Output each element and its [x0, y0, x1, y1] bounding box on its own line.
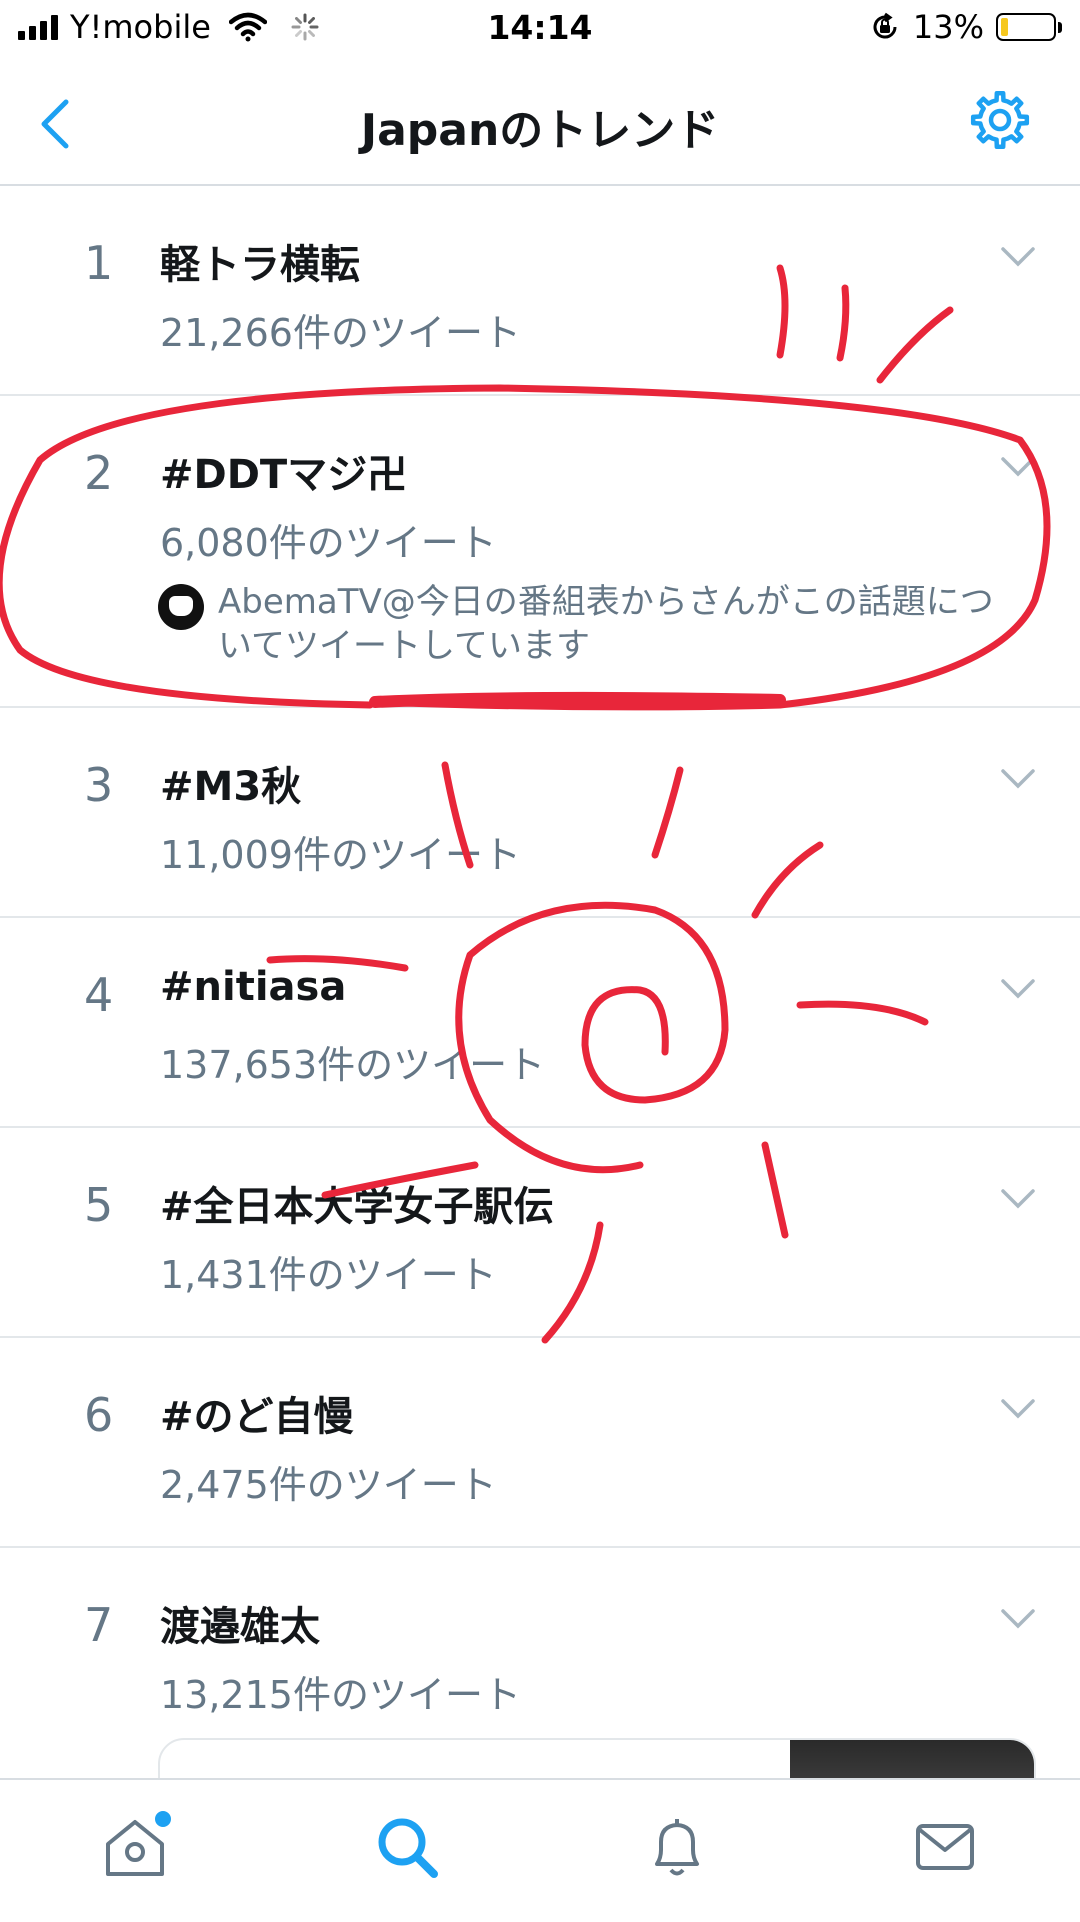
- tweet-count: 1,431件のツイート: [160, 1253, 497, 1297]
- trend-name[interactable]: #全日本大学女子駅伝: [160, 1174, 554, 1232]
- page-title: Japanのトレンド: [360, 105, 720, 156]
- trend-row[interactable]: 6 #のど自慢 2,475件のツイート: [0, 1338, 1080, 1548]
- chevron-down-icon[interactable]: [1000, 1608, 1036, 1630]
- tweet-count: 137,653件のツイート: [160, 1043, 546, 1087]
- trend-row[interactable]: 2 #DDTマジ卍 6,080件のツイート AbemaTV@今日の番組表からさん…: [0, 396, 1080, 708]
- trend-name[interactable]: #のど自慢: [160, 1384, 354, 1442]
- tweet-count: 6,080件のツイート: [160, 521, 497, 565]
- trend-name[interactable]: #DDTマジ卍: [160, 442, 407, 500]
- trend-name[interactable]: #nitiasa: [160, 964, 346, 1010]
- chevron-down-icon[interactable]: [1000, 1188, 1036, 1210]
- chevron-down-icon[interactable]: [1000, 456, 1036, 478]
- trend-rank: 4: [84, 968, 114, 1022]
- battery-percentage: 13%: [912, 8, 984, 46]
- trend-context-text: AbemaTV@今日の番組表からさんがこの話題についてツイートしています: [218, 582, 994, 666]
- trend-row[interactable]: 5 #全日本大学女子駅伝 1,431件のツイート: [0, 1128, 1080, 1338]
- chevron-down-icon[interactable]: [1000, 1398, 1036, 1420]
- trend-row[interactable]: 4 #nitiasa 137,653件のツイート: [0, 918, 1080, 1128]
- search-icon[interactable]: [372, 1812, 442, 1882]
- trend-name[interactable]: #M3秋: [160, 754, 301, 812]
- tweet-count: 2,475件のツイート: [160, 1463, 497, 1507]
- gear-icon[interactable]: [966, 86, 1034, 154]
- chevron-down-icon[interactable]: [1000, 768, 1036, 790]
- trend-rank: 7: [84, 1598, 114, 1652]
- bell-icon[interactable]: [642, 1812, 712, 1882]
- trend-name[interactable]: 軽トラ横転: [160, 232, 360, 290]
- trend-row[interactable]: 3 #M3秋 11,009件のツイート: [0, 708, 1080, 918]
- trend-rank: 3: [84, 758, 114, 812]
- status-bar: Y!mobile 14:14 13%: [0, 0, 1080, 60]
- nav-header: Japanのトレンド: [0, 60, 1080, 186]
- trend-context: AbemaTV@今日の番組表からさんがこの話題についてツイートしています: [158, 580, 1018, 668]
- orientation-lock-icon: [873, 12, 897, 39]
- tweet-count: 11,009件のツイート: [160, 833, 521, 877]
- chevron-down-icon[interactable]: [1000, 978, 1036, 1000]
- battery-icon: [996, 13, 1056, 41]
- trend-row[interactable]: 7 渡邉雄太 13,215件のツイート: [0, 1548, 1080, 1768]
- trend-rank: 1: [84, 236, 114, 290]
- trend-rank: 2: [84, 446, 114, 500]
- trend-rank: 6: [84, 1388, 114, 1442]
- mail-icon[interactable]: [910, 1812, 980, 1882]
- notification-dot: [152, 1808, 174, 1830]
- trend-rank: 5: [84, 1178, 114, 1232]
- tweet-count: 13,215件のツイート: [160, 1673, 521, 1717]
- trend-list: 1 軽トラ横転 21,266件のツイート 2 #DDTマジ卍 6,080件のツイ…: [0, 186, 1080, 1768]
- battery-cap: [1058, 21, 1062, 33]
- tweet-count: 21,266件のツイート: [160, 311, 521, 355]
- avatar[interactable]: [158, 584, 204, 630]
- trend-row[interactable]: 1 軽トラ横転 21,266件のツイート: [0, 186, 1080, 396]
- tab-bar: [0, 1778, 1080, 1922]
- chevron-down-icon[interactable]: [1000, 246, 1036, 268]
- trend-name[interactable]: 渡邉雄太: [160, 1594, 320, 1652]
